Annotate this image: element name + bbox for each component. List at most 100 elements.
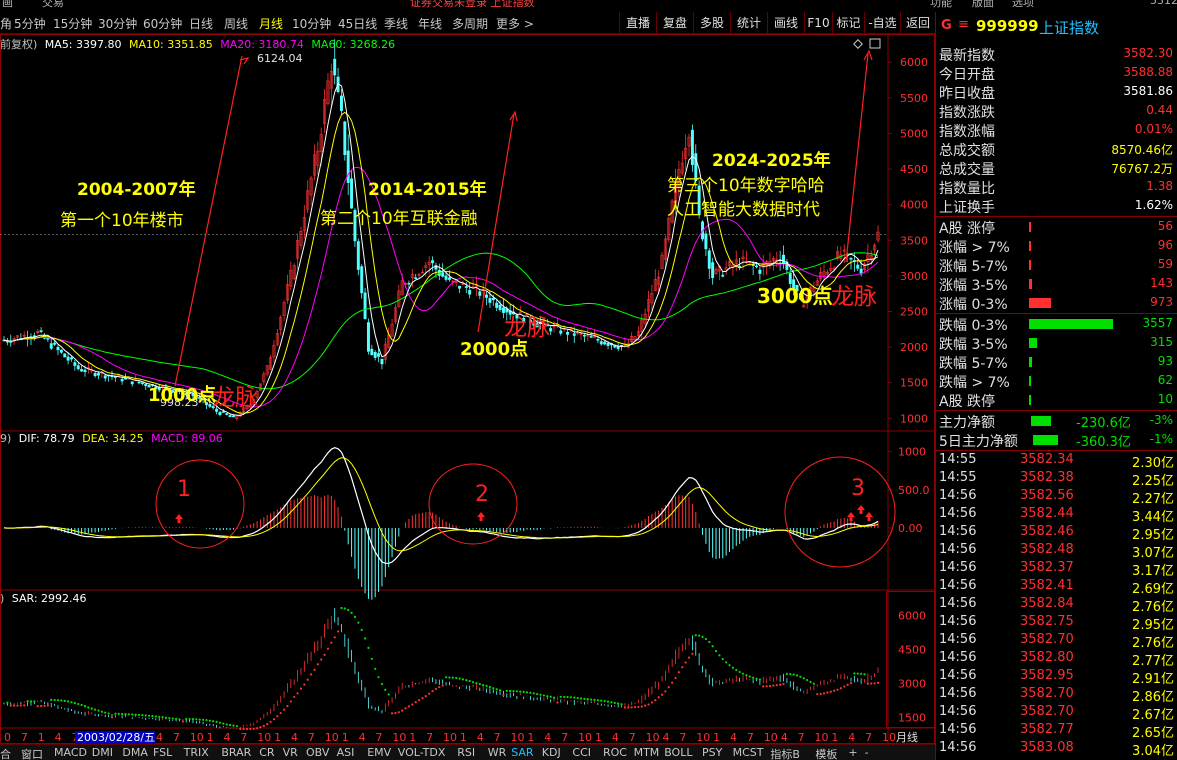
indicator-tab[interactable]: RSI [457,746,475,759]
draw-line-button[interactable]: 画线 [767,12,804,34]
top-menu-item[interactable]: 画 [2,0,13,8]
tick-row: 14:56 3582.70 2.67亿 [936,703,1177,723]
tab-daily[interactable]: 日线 [189,15,213,32]
indicator-tab[interactable]: 合 [0,746,11,760]
menu-icon[interactable]: ≡ [958,17,969,32]
indicator-tab[interactable]: WR [488,746,507,759]
candle-body [711,262,715,279]
top-menu-item[interactable]: 版面 [972,0,994,8]
tick-time: 14:56 [939,524,977,539]
quote-label: 最新指数 [939,48,995,64]
indicator-tab[interactable]: BOLL [664,746,692,759]
indicator-tab[interactable]: DMA [122,746,148,759]
advance-row[interactable]: A股 涨停 56 [936,217,1177,237]
tab-yearly[interactable]: 年线 [418,15,442,32]
chart-area[interactable]: 6000 5500 5000 4500 4000 3500 3000 2500 2000 1500… [0,34,935,744]
top-menu-item[interactable]: 功能 [930,0,952,8]
sar-dot [195,718,198,721]
x-axis-label: 7 [629,731,636,744]
tab-45day[interactable]: 45日线 [338,15,377,32]
indicator-tab[interactable]: CR [259,746,274,759]
indicator-tab[interactable]: 模板 [815,746,837,760]
sar-dot [178,718,181,721]
indicator-tab[interactable]: + [848,746,857,759]
decline-row[interactable]: 跌幅 > 7% 62 [936,371,1177,391]
replay-button[interactable]: 复盘 [656,12,693,34]
indicator-tab[interactable]: 窗口 [21,746,43,760]
kline-chart[interactable]: 6000550050004500400035003000250020001500… [0,34,935,744]
indicator-tab[interactable]: MACD [54,746,87,759]
capital-flow-row[interactable]: 5日主力净额 -360.3亿 -1% [936,430,1177,450]
indicator-tab[interactable]: KDJ [542,746,561,759]
tab-multi-period[interactable]: 多周期 [452,15,488,32]
indicator-tab[interactable]: CCI [572,746,591,759]
mark-button[interactable]: 标记 [832,12,864,34]
sar-dot [502,693,505,697]
tab-60min[interactable]: 60分钟 [143,15,182,32]
candle-body [441,272,445,277]
x-axis-label: 4 [663,731,670,744]
tab-10min[interactable]: 10分钟 [292,15,331,32]
group-badge[interactable]: G [941,18,952,33]
flow-label: 主力净额 [939,415,995,431]
top-menu-item[interactable]: 选项 [1012,0,1034,8]
sar-dot [586,698,589,701]
indicator-tab[interactable]: VR [283,746,298,759]
f10-button[interactable]: F10 [804,12,832,34]
tab-weekly[interactable]: 周线 [224,15,248,32]
back-button[interactable]: 返回 [900,12,935,34]
indicator-tab[interactable]: OBV [306,746,329,759]
sar-dot [721,657,724,661]
indicator-tab[interactable]: ROC [603,746,627,759]
indicator-tab[interactable]: SAR [511,746,533,759]
sar-dot [73,701,76,705]
tab-30min[interactable]: 30分钟 [98,15,137,32]
advance-row[interactable]: 涨幅 5-7% 59 [936,255,1177,275]
tab-quarterly[interactable]: 季线 [384,15,408,32]
quote-row: 总成交额 8570.46亿 [936,139,1177,159]
indicator-tab[interactable]: MTM [634,746,660,759]
top-menu-item[interactable]: 交易 [42,0,64,8]
toolbar-item[interactable]: 角 [0,15,12,32]
sar-dot [525,691,529,694]
sar-dot [171,717,174,720]
tab-monthly[interactable]: 月线 [259,15,283,32]
advance-row[interactable]: 涨幅 3-5% 143 [936,274,1177,294]
sar-dot [748,675,751,678]
indicator-tab[interactable]: FSL [153,746,172,759]
tab-more[interactable]: 更多 > [496,15,534,32]
sar-dot [876,681,880,685]
stats-button[interactable]: 统计 [730,12,767,34]
sar-dot [306,678,309,681]
decline-row[interactable]: 跌幅 3-5% 315 [936,333,1177,353]
decline-row[interactable]: 跌幅 0-3% 3557 [936,314,1177,334]
live-button[interactable]: 直播 [619,12,656,34]
decline-count: 315 [1150,335,1173,349]
indicator-tab[interactable]: DMI [92,746,113,759]
tab-5min[interactable]: 5分钟 [14,15,46,32]
legend-ma60: MA60: 3268.26 [311,38,396,51]
sar-dot [117,712,120,715]
indicator-tab[interactable]: - [865,746,869,759]
decline-row[interactable]: 跌幅 5-7% 93 [936,352,1177,372]
indicator-tab[interactable]: BRAR [221,746,251,759]
sar-dot [414,701,417,704]
watchlist-button[interactable]: -自选 [864,12,900,34]
tick-time: 14:56 [939,578,977,593]
sar-dot [782,682,785,686]
indicator-tab[interactable]: ASI [337,746,355,759]
advance-row[interactable]: 涨幅 > 7% 96 [936,236,1177,256]
indicator-tab[interactable]: MCST [733,746,764,759]
decline-row[interactable]: A股 跌停 10 [936,390,1177,410]
indicator-tab[interactable]: VOL-TDX [398,746,446,759]
indicator-tab[interactable]: PSY [702,746,722,759]
tick-row: 14:56 3582.56 2.27亿 [936,487,1177,507]
indicator-tab[interactable]: EMV [367,746,391,759]
indicator-tab[interactable]: 指标B [770,746,800,760]
capital-flow-row[interactable]: 主力净额 -230.6亿 -3% [936,411,1177,431]
multi-stock-button[interactable]: 多股 [693,12,730,34]
advance-row[interactable]: 涨幅 0-3% 973 [936,293,1177,313]
tab-15min[interactable]: 15分钟 [53,15,92,32]
sar-dot [309,673,313,676]
indicator-tab[interactable]: TRIX [184,746,209,759]
